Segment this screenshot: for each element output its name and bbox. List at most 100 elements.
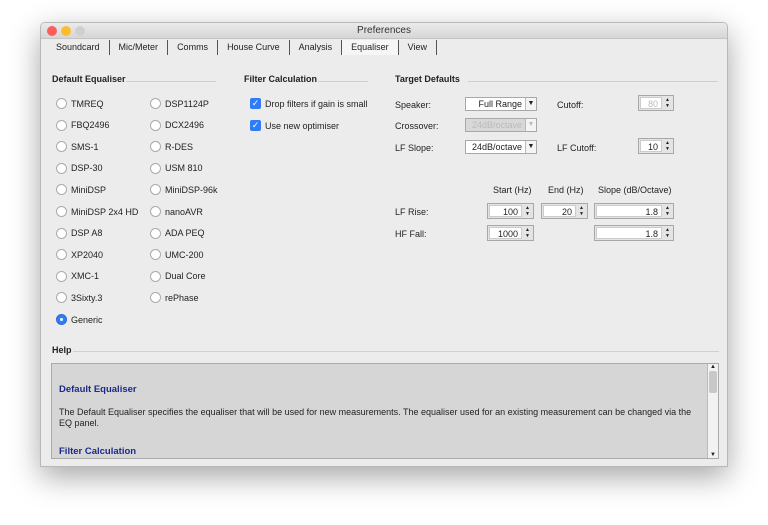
spinner-arrows-icon[interactable]: ▲ ▼	[523, 227, 532, 239]
equaliser-radio-xmc-1[interactable]: XMC-1	[56, 270, 99, 282]
check-icon: ✓	[250, 98, 261, 109]
scrollbar-thumb[interactable]	[709, 371, 717, 393]
radio-button-icon	[56, 249, 67, 261]
tab-view[interactable]: View	[399, 40, 437, 55]
equaliser-radio-dual-core[interactable]: Dual Core	[150, 270, 206, 282]
crossover-select[interactable]: 24dB/octave ▼	[465, 118, 537, 132]
tab-house-curve[interactable]: House Curve	[218, 40, 290, 55]
equaliser-radio-dcx2496[interactable]: DCX2496	[150, 119, 205, 131]
lf-rise-start-spinner[interactable]: 100 ▲ ▼	[487, 203, 534, 219]
radio-label: rePhase	[165, 292, 199, 303]
help-scrollbar[interactable]: ▲ ▼	[707, 364, 718, 458]
radio-label: DSP-30	[71, 163, 103, 174]
tab-mic-meter[interactable]: Mic/Meter	[110, 40, 169, 55]
lf-slope-select[interactable]: 24dB/octave ▼	[465, 140, 537, 154]
zoom-button[interactable]	[75, 26, 85, 36]
drop-filters-checkbox[interactable]: ✓ Drop filters if gain is small	[250, 98, 368, 109]
lf-cutoff-spinner[interactable]: 10 ▲ ▼	[638, 138, 674, 154]
radio-label: nanoAVR	[165, 206, 203, 217]
spinner-arrows-icon[interactable]: ▲ ▼	[663, 97, 672, 109]
spinner-arrows-icon[interactable]: ▲ ▼	[663, 140, 672, 152]
lf-rise-label: LF Rise:	[395, 207, 429, 217]
window-title: Preferences	[357, 25, 411, 36]
radio-label: TMREQ	[71, 98, 104, 109]
radio-label: DSP1124P	[165, 98, 209, 109]
equaliser-radio-umc-200[interactable]: UMC-200	[150, 249, 204, 261]
radio-button-icon	[150, 292, 161, 304]
radio-button-icon	[150, 227, 161, 239]
equaliser-radio-minidsp-96k[interactable]: MiniDSP-96k	[150, 184, 218, 196]
preferences-window: Preferences Soundcard Mic/Meter Comms Ho…	[40, 22, 728, 467]
hf-fall-slope-spinner[interactable]: 1.8 ▲ ▼	[594, 225, 674, 241]
radio-button-icon	[150, 119, 161, 131]
radio-button-icon	[150, 270, 161, 282]
divider	[318, 81, 368, 82]
equaliser-radio-r-des[interactable]: R-DES	[150, 141, 194, 153]
equaliser-radio-generic[interactable]: Generic	[56, 314, 103, 325]
hf-fall-start-spinner[interactable]: 1000 ▲ ▼	[487, 225, 534, 241]
radio-label: R-DES	[165, 141, 194, 152]
divider	[126, 81, 216, 82]
help-panel[interactable]: Default Equaliser The Default Equaliser …	[51, 363, 719, 459]
speaker-select[interactable]: Full Range ▼	[465, 97, 537, 111]
scroll-up-icon[interactable]: ▲	[708, 364, 718, 370]
lf-cutoff-label: LF Cutoff:	[557, 143, 597, 153]
speaker-label: Speaker:	[395, 100, 432, 110]
radio-label: ADA PEQ	[165, 228, 205, 239]
tab-soundcard[interactable]: Soundcard	[47, 40, 110, 55]
spinner-arrows-icon[interactable]: ▲ ▼	[663, 205, 672, 217]
end-hz-header: End (Hz)	[548, 185, 584, 195]
tab-analysis[interactable]: Analysis	[290, 40, 343, 55]
radio-button-icon	[56, 206, 67, 217]
target-defaults-heading: Target Defaults	[395, 74, 460, 84]
radio-button-icon	[56, 314, 67, 325]
equaliser-radio-fbq2496[interactable]: FBQ2496	[56, 119, 110, 131]
equaliser-radio-xp2040[interactable]: XP2040	[56, 249, 103, 261]
equaliser-radio-tmreq[interactable]: TMREQ	[56, 98, 104, 109]
equaliser-radio-rephase[interactable]: rePhase	[150, 292, 199, 304]
tab-bar: Soundcard Mic/Meter Comms House Curve An…	[47, 40, 437, 55]
spinner-arrows-icon[interactable]: ▲ ▼	[523, 205, 532, 217]
cutoff-label: Cutoff:	[557, 100, 584, 110]
equaliser-radio-dsp1124p[interactable]: DSP1124P	[150, 98, 209, 109]
equaliser-radio-dsp-30[interactable]: DSP-30	[56, 162, 103, 174]
equaliser-radio-sms-1[interactable]: SMS-1	[56, 141, 99, 153]
lf-rise-slope-spinner[interactable]: 1.8 ▲ ▼	[594, 203, 674, 219]
equaliser-radio-minidsp[interactable]: MiniDSP	[56, 184, 106, 196]
spinner-arrows-icon[interactable]: ▲ ▼	[577, 205, 586, 217]
check-icon: ✓	[250, 120, 261, 131]
crossover-label: Crossover:	[395, 121, 439, 131]
radio-button-icon	[56, 162, 67, 174]
radio-button-icon	[150, 249, 161, 261]
radio-label: SMS-1	[71, 141, 99, 152]
spinner-arrows-icon[interactable]: ▲ ▼	[663, 227, 672, 239]
tab-comms[interactable]: Comms	[168, 40, 219, 55]
radio-label: UMC-200	[165, 249, 204, 260]
help-default-equaliser-heading: Default Equaliser	[59, 384, 137, 395]
scroll-down-icon[interactable]: ▼	[708, 452, 718, 458]
drop-filters-label: Drop filters if gain is small	[265, 98, 368, 109]
equaliser-radio-ada-peq[interactable]: ADA PEQ	[150, 227, 205, 239]
new-optimiser-checkbox[interactable]: ✓ Use new optimiser	[250, 120, 339, 131]
radio-label: USM 810	[165, 163, 203, 174]
help-filter-calculation-heading: Filter Calculation	[59, 446, 137, 457]
radio-button-icon	[56, 141, 67, 153]
equaliser-radio-minidsp-2x4-hd[interactable]: MiniDSP 2x4 HD	[56, 206, 138, 217]
radio-label: DCX2496	[165, 120, 205, 131]
new-optimiser-label: Use new optimiser	[265, 120, 340, 131]
equaliser-radio-dsp-a8[interactable]: DSP A8	[56, 227, 103, 239]
radio-label: DSP A8	[71, 228, 103, 239]
start-hz-header: Start (Hz)	[493, 185, 532, 195]
equaliser-radio-nanoavr[interactable]: nanoAVR	[150, 206, 203, 217]
minimize-button[interactable]	[61, 26, 71, 36]
filter-calculation-heading: Filter Calculation	[244, 74, 318, 84]
tab-equaliser[interactable]: Equaliser	[342, 40, 399, 55]
equaliser-radio-3sixty-3[interactable]: 3Sixty.3	[56, 292, 102, 304]
lf-rise-end-spinner[interactable]: 20 ▲ ▼	[541, 203, 588, 219]
lf-slope-label: LF Slope:	[395, 143, 434, 153]
radio-label: Generic	[71, 314, 103, 325]
cutoff-spinner[interactable]: 80 ▲ ▼	[638, 95, 674, 111]
equaliser-radio-usm-810[interactable]: USM 810	[150, 162, 203, 174]
close-button[interactable]	[47, 26, 57, 36]
title-bar: Preferences	[41, 23, 727, 39]
